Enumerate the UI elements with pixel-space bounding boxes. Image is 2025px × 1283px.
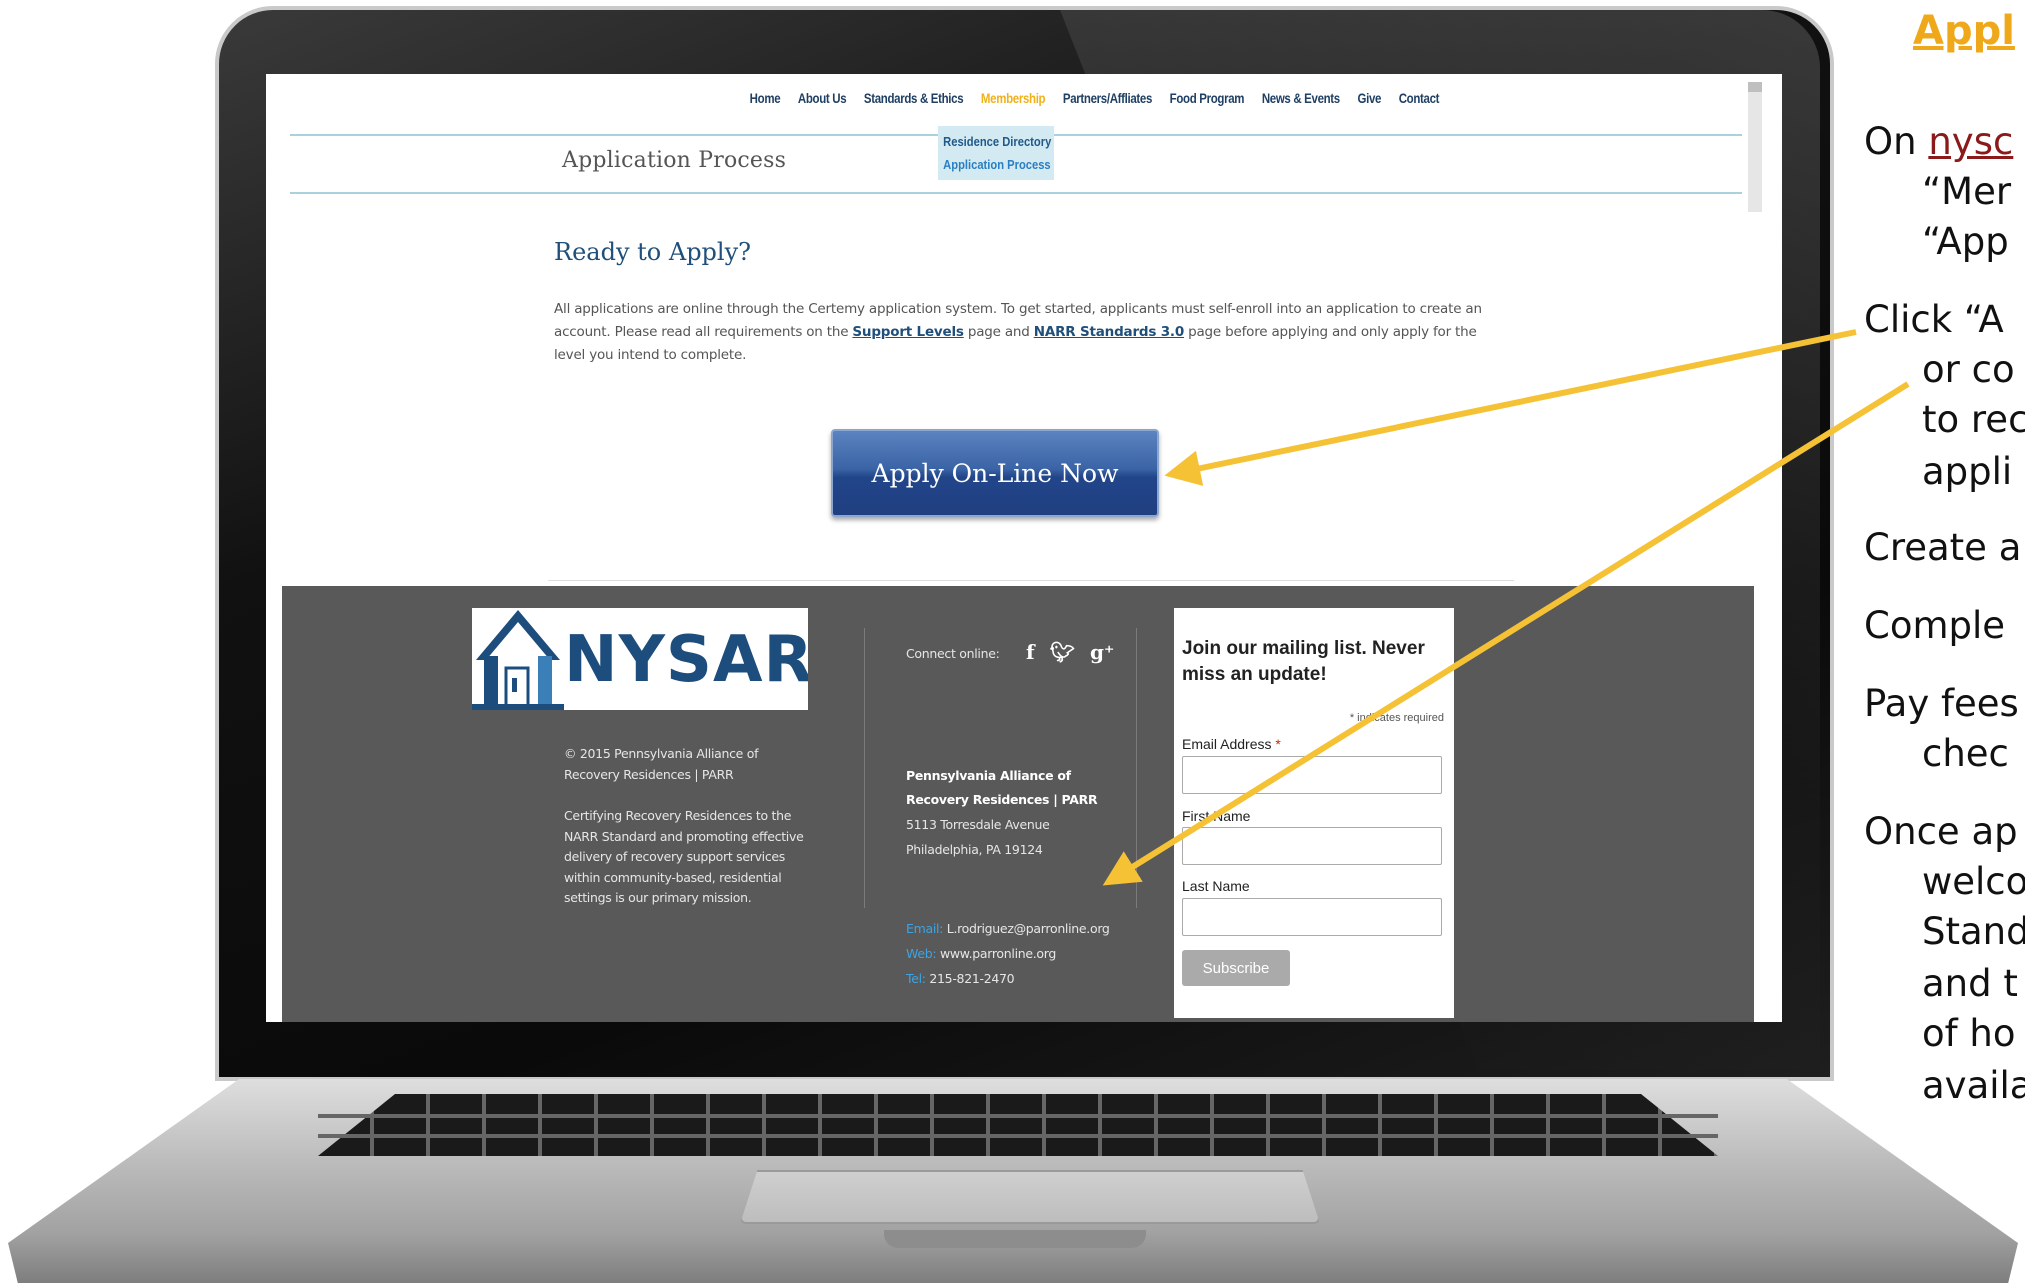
slide-text: On (1864, 120, 1929, 163)
first-name-label: First Name (1182, 808, 1251, 824)
logo-text: NYSARR (564, 623, 808, 697)
social-links: f 🐦︎ g⁺ (1026, 640, 1122, 664)
nav-give[interactable]: Give (1357, 90, 1381, 106)
main-nav: Home About Us Standards & Ethics Members… (266, 90, 1782, 106)
email-label-text: Email Address (1182, 736, 1272, 752)
slide-text: of ho (1922, 1012, 2016, 1055)
apply-online-button[interactable]: Apply On-Line Now (831, 429, 1159, 517)
first-name-field[interactable] (1182, 827, 1442, 865)
intro-paragraph: All applications are online through the … (554, 298, 1494, 367)
submenu-residence-directory[interactable]: Residence Directory (938, 130, 1051, 153)
address-line: 5113 Torresdale Avenue (906, 817, 1050, 832)
twitter-icon[interactable]: 🐦︎ (1050, 640, 1075, 664)
email-key: Email: (906, 921, 944, 936)
header-divider (290, 192, 1742, 194)
section-title: Ready to Apply? (554, 238, 752, 266)
form-title: Join our mailing list. Never miss an upd… (1182, 638, 1425, 685)
slide-text: On nysc (1864, 122, 2013, 162)
nav-about-us[interactable]: About Us (797, 90, 846, 106)
slide-text: availa (1922, 1064, 2025, 1107)
slide-text: appli (1922, 450, 2013, 493)
content-divider (548, 580, 1514, 581)
membership-dropdown: Residence Directory Application Process (938, 126, 1054, 180)
slide-text: “Mer (1922, 170, 2012, 213)
contact-info: Email: L.rodriguez@parronline.org Web: w… (906, 916, 1146, 991)
footer: NYSARR © 2015 Pennsylvania Alliance of R… (282, 586, 1754, 1022)
slide-text: Pay fees (1864, 682, 2019, 725)
slide-text: to rec (1922, 398, 2025, 441)
slide-text: Comple (1864, 604, 2006, 647)
page-title: Application Process (562, 148, 787, 173)
nav-partners-affiliates[interactable]: Partners/Affliates (1062, 90, 1151, 106)
slide-text: Once ap (1864, 810, 2018, 853)
copyright-text: © 2015 Pennsylvania Alliance of Recovery… (564, 746, 759, 782)
submenu-application-process[interactable]: Application Process (938, 153, 1050, 176)
site-link[interactable]: nysc (1928, 120, 2013, 163)
address: 5113 Torresdale Avenue Philadelphia, PA … (906, 812, 1126, 862)
googleplus-icon[interactable]: g⁺ (1090, 640, 1115, 664)
nav-news-events[interactable]: News & Events (1261, 90, 1339, 106)
required-asterisk: * (1275, 736, 1281, 752)
nav-home[interactable]: Home (749, 90, 780, 106)
keyboard-row (318, 1114, 1718, 1118)
support-levels-link[interactable]: Support Levels (852, 324, 964, 340)
keyboard (318, 1094, 1718, 1156)
mission-text: Certifying Recovery Residences to the NA… (564, 808, 804, 905)
slide-text: Click “A (1864, 298, 2004, 341)
browser-viewport: Home About Us Standards & Ethics Members… (266, 74, 1782, 1022)
nav-membership[interactable]: Membership (980, 90, 1045, 106)
last-name-label: Last Name (1182, 878, 1250, 894)
address-line: Philadelphia, PA 19124 (906, 842, 1043, 857)
nav-contact[interactable]: Contact (1398, 90, 1439, 106)
mailing-list-form: Join our mailing list. Never miss an upd… (1174, 608, 1454, 1018)
web-key: Web: (906, 946, 937, 961)
connect-label: Connect online: (906, 646, 1000, 661)
laptop-notch (884, 1230, 1146, 1248)
org-name: Pennsylvania Alliance of Recovery Reside… (906, 768, 1098, 807)
last-name-field[interactable] (1182, 898, 1442, 936)
footer-divider (1136, 628, 1137, 908)
facebook-icon[interactable]: f (1026, 640, 1035, 664)
subscribe-button[interactable]: Subscribe (1182, 950, 1290, 986)
slide-title: Appl (1913, 8, 2015, 54)
slide-text: or co (1922, 348, 2015, 391)
slide-text: Create a (1864, 526, 2022, 569)
intro-text: page and (963, 324, 1034, 340)
nav-standards-ethics[interactable]: Standards & Ethics (863, 90, 963, 106)
footer-divider (864, 628, 865, 908)
slide-text: chec (1922, 732, 2009, 775)
slide-text: welco (1922, 860, 2025, 903)
slide-text: “App (1922, 220, 2009, 263)
web-link[interactable]: www.parronline.org (940, 946, 1056, 961)
trackpad (740, 1170, 1320, 1224)
tel-key: Tel: (906, 971, 926, 986)
nav-food-program[interactable]: Food Program (1169, 90, 1244, 106)
email-label: Email Address * (1182, 736, 1281, 752)
slide-text: Stand (1922, 910, 2025, 953)
logo[interactable]: NYSARR (472, 608, 808, 710)
email-link[interactable]: L.rodriguez@parronline.org (947, 921, 1110, 936)
tel-value: 215-821-2470 (929, 971, 1015, 986)
narr-standards-link[interactable]: NARR Standards 3.0 (1034, 324, 1184, 340)
slide-text: and t (1922, 962, 2018, 1005)
email-field[interactable] (1182, 756, 1442, 794)
keyboard-row (318, 1134, 1718, 1138)
house-icon (472, 610, 564, 710)
required-note: * indicates required (1349, 712, 1444, 724)
